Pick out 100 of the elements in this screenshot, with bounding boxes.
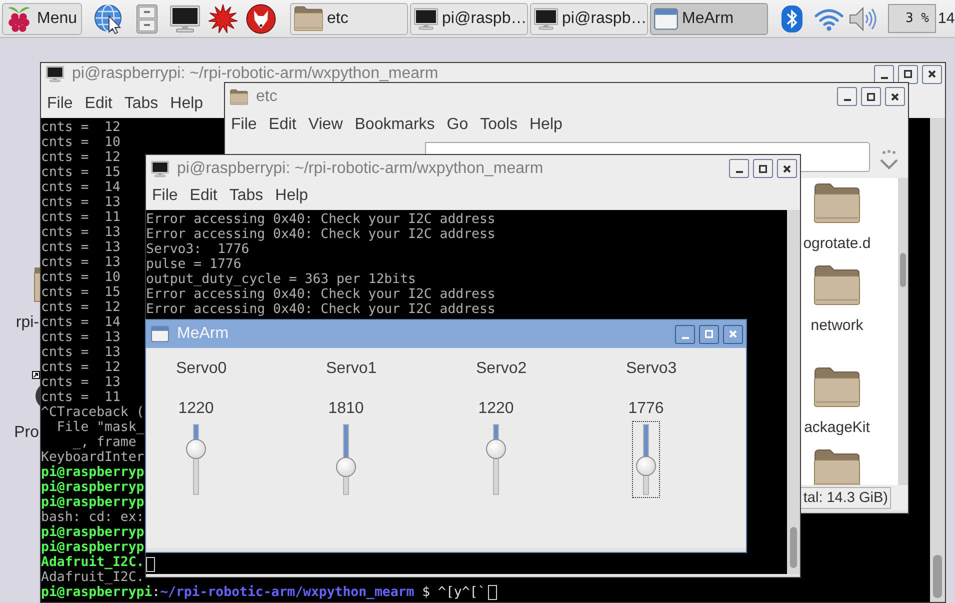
slider-thumb[interactable] [336, 456, 356, 477]
minimize-button[interactable] [874, 64, 894, 84]
maximize-button[interactable] [898, 64, 918, 84]
menu-item[interactable]: Tabs [118, 94, 164, 112]
terminal-line: cnts = 12 [41, 120, 120, 135]
terminal-line: cnts = 11 [41, 390, 120, 405]
close-button[interactable] [885, 87, 905, 106]
chevron-icon[interactable] [879, 150, 899, 170]
terminal-line: Adafruit_I2C. [41, 570, 144, 585]
terminal-line: Error accessing 0x40: Check your I2C address [146, 287, 496, 302]
vertical-slider[interactable] [632, 421, 660, 498]
servo-value: 1220 [178, 400, 214, 418]
menu-item[interactable]: Go [440, 116, 474, 134]
wolf-icon[interactable] [246, 4, 276, 34]
menu-button[interactable]: Menu [2, 2, 82, 34]
menu-item[interactable]: File [146, 187, 184, 205]
servo-label: Servo3 [626, 360, 677, 378]
menu-item[interactable]: Edit [78, 94, 118, 112]
terminal-line: Error accessing 0x40: Check your I2C address [146, 302, 496, 317]
path-field[interactable] [801, 142, 870, 172]
menu-item[interactable]: Tools [474, 116, 524, 134]
terminal-line: bash: cd: ex: [41, 510, 144, 525]
terminal-line: cnts = 15 [41, 165, 120, 180]
menu-item[interactable]: Help [269, 187, 314, 205]
terminal-line: cnts = 12 [41, 360, 120, 375]
terminal-line: Servo3: 1776 [146, 242, 250, 257]
prompt-line: pi@raspberrypi:~/rpi-robotic-arm/wxpython_mearm $ ^[y^[` [41, 585, 486, 600]
file-name[interactable]: ogrotate.d [803, 235, 871, 252]
terminal-line: pi@raspberryp [41, 465, 144, 480]
monitor-icon [534, 8, 558, 30]
close-button[interactable] [922, 64, 942, 84]
monitor-icon[interactable] [170, 4, 200, 34]
menu-item[interactable]: Help [523, 116, 568, 134]
desktop-icon-label[interactable]: Pro [14, 424, 39, 441]
file-name[interactable]: ackageKit [804, 419, 870, 436]
close-button[interactable] [777, 159, 797, 178]
menu-item[interactable]: Help [164, 94, 210, 112]
volume-icon[interactable] [849, 6, 877, 32]
maximize-button[interactable] [699, 324, 719, 344]
slider-thumb[interactable] [486, 439, 506, 460]
menu-item[interactable]: Edit [262, 116, 302, 134]
terminal-line: _, frame [72, 435, 136, 450]
menu-item[interactable]: Bookmarks [348, 116, 441, 134]
scrollbar-thumb[interactable] [790, 527, 797, 568]
desktop-icon-label[interactable]: rpi- [16, 314, 39, 331]
terminal-line: ^CTraceback ( [41, 405, 144, 420]
terminal-line: cnts = 13 [41, 225, 120, 240]
minimize-button[interactable] [837, 87, 857, 106]
menu-item[interactable]: File [225, 116, 263, 134]
terminal-line: output_duty_cycle = 363 per 12bits [146, 272, 416, 287]
task-button[interactable]: MeArm [650, 2, 768, 34]
terminal-line: cnts = 12 [41, 150, 120, 165]
servo-label: Servo1 [326, 360, 377, 378]
scrollbar-thumb[interactable] [900, 253, 906, 287]
menu-item[interactable]: Tabs [223, 187, 270, 205]
close-button[interactable] [723, 324, 743, 344]
folder-icon[interactable] [814, 183, 860, 223]
folder-icon[interactable] [814, 265, 860, 305]
terminal-line: cnts = 13 [41, 255, 120, 270]
globe-icon[interactable] [94, 4, 124, 34]
file-name[interactable]: network [810, 317, 864, 334]
folder-icon[interactable] [34, 267, 40, 302]
terminal-line: cnts = 11 [41, 210, 120, 225]
folder-icon[interactable] [814, 367, 860, 407]
menu-item[interactable]: Edit [184, 187, 224, 205]
terminal-line: KeyboardInter [41, 450, 144, 465]
menu-item[interactable]: View [302, 116, 349, 134]
folder-icon[interactable] [814, 449, 860, 485]
monitor-icon [414, 8, 438, 30]
terminal-line: cnts = 12 [41, 300, 120, 315]
scrollbar-thumb[interactable] [933, 555, 942, 598]
terminal-line: pi@raspberryp [41, 480, 144, 495]
terminal-line: cnts = 13 [41, 240, 120, 255]
terminal-line: pi@raspberryp [41, 525, 144, 540]
window-icon [654, 8, 678, 30]
minimize-button[interactable] [729, 159, 749, 178]
terminal-line: cnts = 13 [41, 330, 120, 345]
window-title: pi@raspberrypi: ~/rpi-robotic-arm/wxpython_mearm [177, 160, 544, 176]
task-button[interactable]: pi@raspb… [530, 2, 648, 34]
file-cabinet-icon[interactable] [136, 4, 158, 34]
minimize-button[interactable] [675, 324, 695, 344]
bluetooth-icon[interactable] [781, 4, 803, 32]
menu-item[interactable]: File [41, 94, 79, 112]
terminal-line: cnts = 14 [41, 315, 120, 330]
task-button[interactable]: etc [290, 2, 408, 34]
maximize-button[interactable] [861, 87, 881, 106]
terminal-line: pulse = 1776 [146, 257, 242, 272]
cpu-meter: 3 % [888, 4, 936, 33]
clock[interactable]: 14 [938, 10, 955, 27]
maximize-button[interactable] [753, 159, 773, 178]
maximize-icon [867, 92, 875, 100]
starburst-icon[interactable] [208, 4, 238, 34]
task-button[interactable]: pi@raspb… [410, 2, 528, 34]
wifi-icon[interactable] [814, 6, 844, 30]
folder-icon [294, 6, 323, 31]
slider-thumb[interactable] [186, 439, 206, 460]
slider-thumb[interactable] [636, 456, 656, 476]
raspberry-icon [6, 4, 32, 33]
terminal-line: cnts = 13 [41, 375, 120, 390]
close-icon [729, 330, 737, 338]
